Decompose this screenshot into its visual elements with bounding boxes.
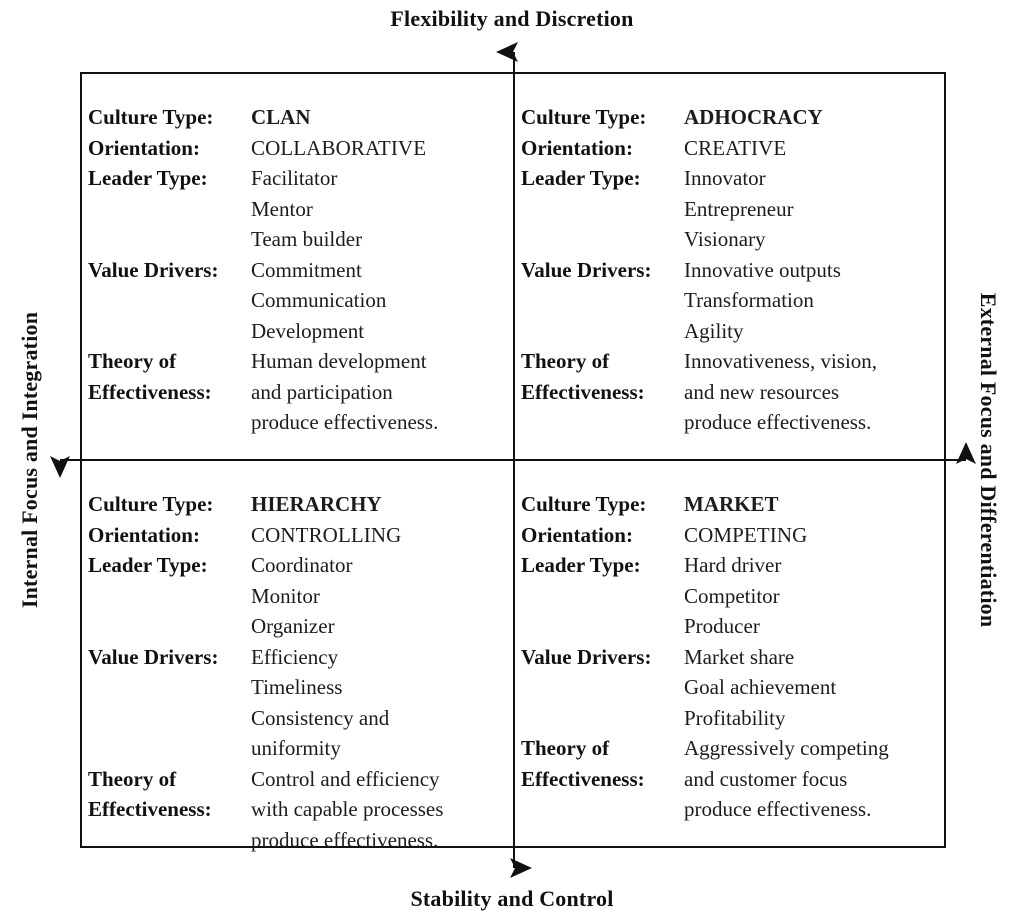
row-value-leader-type: Facilitator Mentor Team builder [251,166,363,251]
row-value-drivers: Value Drivers: Commitment Communication … [88,255,513,347]
row-theory-of-effectiveness: Theory of Effectiveness: Control and eff… [88,764,513,856]
row-label-culture-type: Culture Type: [521,492,647,516]
row-label-orientation: Orientation: [521,522,633,547]
row-value-drivers: Value Drivers: Market share Goal achieve… [521,642,946,734]
quadrant-market: Culture Type: MARKET Orientation: COMPET… [515,461,946,846]
row-theory-of-effectiveness: Theory of Effectiveness: Innovativeness,… [521,346,946,438]
row-label-culture-type: Culture Type: [521,105,647,129]
row-leader-type: Leader Type: Hard driver Competitor Prod… [521,550,946,642]
quadrant-adhocracy: Culture Type: ADHOCRACY Orientation: CRE… [515,74,946,459]
row-culture-type: Culture Type: CLAN [88,102,513,133]
row-label-value-drivers: Value Drivers: [88,257,219,282]
row-value-theory-of-effectiveness: Aggressively competing and customer focu… [684,736,889,821]
row-leader-type: Leader Type: Coordinator Monitor Organiz… [88,550,513,642]
row-value-culture-type: MARKET [684,492,779,516]
row-culture-type: Culture Type: ADHOCRACY [521,102,946,133]
row-leader-type: Leader Type: Innovator Entrepreneur Visi… [521,163,946,255]
row-orientation: Orientation: CREATIVE [521,133,946,164]
axis-label-right: External Focus and Differentiation [976,292,1001,628]
axis-label-left: Internal Focus and Integration [17,311,42,609]
row-value-orientation: CREATIVE [684,135,787,160]
row-label-theory-of-effectiveness: Theory of Effectiveness: [88,349,212,404]
row-orientation: Orientation: CONTROLLING [88,520,513,551]
row-value-value-drivers: Innovative outputs Transformation Agilit… [684,257,841,343]
row-value-leader-type: Innovator Entrepreneur Visionary [684,166,794,251]
row-value-leader-type: Hard driver Competitor Producer [684,553,782,638]
axis-label-bottom: Stability and Control [410,886,614,911]
row-value-culture-type: CLAN [251,105,311,129]
row-leader-type: Leader Type: Facilitator Mentor Team bui… [88,163,513,255]
row-label-leader-type: Leader Type: [88,553,208,577]
row-value-leader-type: Coordinator Monitor Organizer [251,553,353,638]
row-culture-type: Culture Type: MARKET [521,489,946,520]
row-value-theory-of-effectiveness: Control and efficiency with capable proc… [251,766,444,852]
axis-label-top: Flexibility and Discretion [390,6,634,31]
row-value-value-drivers: Market share Goal achievement Profitabil… [684,644,837,730]
row-label-leader-type: Leader Type: [521,166,641,190]
row-label-theory-of-effectiveness: Theory of Effectiveness: [521,736,645,791]
row-label-leader-type: Leader Type: [88,166,208,190]
row-label-culture-type: Culture Type: [88,492,214,516]
row-label-value-drivers: Value Drivers: [521,257,652,282]
row-theory-of-effectiveness: Theory of Effectiveness: Aggressively co… [521,733,946,825]
row-label-culture-type: Culture Type: [88,105,214,129]
row-value-orientation: COLLABORATIVE [251,135,427,160]
row-label-orientation: Orientation: [88,135,200,160]
quadrant-clan: Culture Type: CLAN Orientation: COLLABOR… [82,74,513,459]
row-value-culture-type: HIERARCHY [251,492,382,516]
row-value-orientation: COMPETING [684,522,808,547]
row-label-theory-of-effectiveness: Theory of Effectiveness: [88,766,212,822]
row-label-theory-of-effectiveness: Theory of Effectiveness: [521,349,645,404]
row-value-culture-type: ADHOCRACY [684,105,823,129]
row-label-value-drivers: Value Drivers: [88,644,219,669]
row-orientation: Orientation: COMPETING [521,520,946,551]
row-theory-of-effectiveness: Theory of Effectiveness: Human developme… [88,346,513,438]
row-label-leader-type: Leader Type: [521,553,641,577]
row-value-theory-of-effectiveness: Innovativeness, vision, and new resource… [684,349,878,434]
row-culture-type: Culture Type: HIERARCHY [88,489,513,520]
quadrant-hierarchy: Culture Type: HIERARCHY Orientation: CON… [82,461,513,852]
row-label-orientation: Orientation: [521,135,633,160]
row-label-orientation: Orientation: [88,522,200,547]
row-value-theory-of-effectiveness: Human development and participation prod… [251,349,439,434]
row-value-drivers: Value Drivers: Innovative outputs Transf… [521,255,946,347]
row-label-value-drivers: Value Drivers: [521,644,652,669]
row-orientation: Orientation: COLLABORATIVE [88,133,513,164]
row-value-drivers: Value Drivers: Efficiency Timeliness Con… [88,642,513,764]
row-value-value-drivers: Commitment Communication Development [251,257,387,343]
row-value-orientation: CONTROLLING [251,522,402,547]
row-value-value-drivers: Efficiency Timeliness Consistency and un… [251,644,390,761]
